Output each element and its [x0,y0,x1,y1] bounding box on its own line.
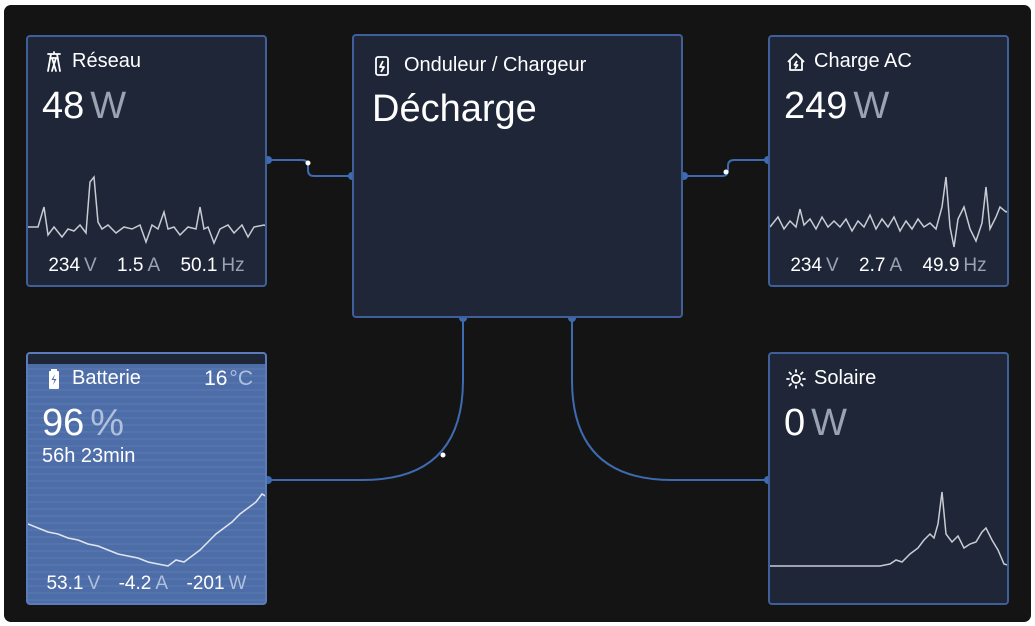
onduleur-state: Décharge [372,88,537,130]
flow-dot [440,452,446,458]
batterie-power-value: -201 [186,573,225,594]
batterie-temperature: 16°C [204,367,253,391]
reseau-frequency-unit: Hz [221,255,245,276]
batterie-sparkline [28,493,265,567]
home-icon [786,51,806,73]
reseau-frequency: 50.1 Hz [180,255,244,277]
onduleur-title: Onduleur / Chargeur [404,54,587,76]
charge-ac-voltage: 234 V [790,255,838,277]
solaire-power: 0W [784,402,847,445]
reseau-frequency-value: 50.1 [180,255,218,276]
batterie-voltage: 53.1 V [46,573,100,595]
inverter-icon [372,55,392,77]
reseau-current-value: 1.5 [117,255,144,276]
batterie-power: -201 W [187,573,247,595]
charge-ac-voltage-unit: V [826,255,839,276]
solaire-power-unit: W [811,402,848,444]
charge-ac-frequency-value: 49.9 [922,255,960,276]
reseau-voltage: 234 V [48,255,96,277]
charge-ac-current-value: 2.7 [859,255,886,276]
batterie-power-unit: W [228,573,247,594]
batterie-soc: 96% [42,402,124,445]
charge-ac-frequency: 49.9 Hz [922,255,986,277]
batterie-temperature-value: 16 [204,367,228,390]
reseau-title: Réseau [72,50,141,72]
batterie-voltage-value: 53.1 [46,573,84,594]
charge-ac-tile[interactable]: Charge AC 249 W 234 V 2.7 A 49.9 Hz [768,35,1009,287]
batterie-readings: 53.1 V -4.2 A -201 W [28,573,265,595]
flow-dot [723,169,729,175]
reseau-header: Réseau [44,50,141,73]
solaire-power-value: 0 [784,402,806,444]
onduleur-header: Onduleur / Chargeur [372,54,586,77]
batterie-current-unit: A [155,573,169,594]
reseau-power-unit: W [90,85,127,127]
charge-ac-current-unit: A [889,255,903,276]
batterie-tile[interactable]: Batterie 16°C 96% 56h 23min 53.1 V -4.2 A … [26,352,267,605]
charge-ac-frequency-unit: Hz [963,255,987,276]
batterie-soc-unit: % [90,402,125,444]
charge-ac-sparkline [770,176,1007,248]
reseau-current: 1.5 A [117,255,160,277]
charge-ac-voltage-value: 234 [790,255,823,276]
reseau-current-unit: A [147,255,161,276]
batterie-voltage-unit: V [87,573,101,594]
batterie-header: Batterie [44,367,141,390]
batterie-soc-value: 96 [42,402,85,444]
batterie-current: -4.2 A [119,573,168,595]
solaire-header: Solaire [786,367,876,390]
onduleur-tile[interactable]: Onduleur / Chargeur Décharge [352,34,683,318]
charge-ac-power: 249 W [784,85,889,128]
charge-ac-header: Charge AC [786,50,912,73]
reseau-sparkline [28,175,265,246]
batterie-current-value: -4.2 [118,573,152,594]
battery-icon [44,368,64,390]
solaire-title: Solaire [814,367,877,389]
batterie-temperature-unit: °C [229,367,253,390]
charge-ac-current: 2.7 A [859,255,902,277]
charge-ac-power-unit: W [853,85,890,127]
charge-ac-readings: 234 V 2.7 A 49.9 Hz [770,255,1007,277]
wire-onduleur-batterie [268,318,464,481]
wire-onduleur-solaire [571,318,768,481]
charge-ac-title: Charge AC [814,50,912,72]
reseau-readings: 234 V 1.5 A 50.1 Hz [28,255,265,277]
flow-dot [305,160,311,166]
charge-ac-power-value: 249 [784,85,848,127]
sun-icon [786,368,806,390]
reseau-voltage-value: 234 [48,255,81,276]
reseau-voltage-unit: V [84,255,97,276]
reseau-power-value: 48 [42,85,85,127]
batterie-title: Batterie [72,367,141,389]
solaire-sparkline [770,491,1007,567]
power-tower-icon [44,50,64,73]
reseau-power: 48 W [42,85,126,128]
battery-empty-portion [28,354,265,364]
batterie-time-remaining: 56h 23min [42,445,136,467]
reseau-tile[interactable]: Réseau 48 W 234 V 1.5 A 50.1 Hz [26,35,267,287]
solaire-tile[interactable]: Solaire 0W [768,352,1009,605]
